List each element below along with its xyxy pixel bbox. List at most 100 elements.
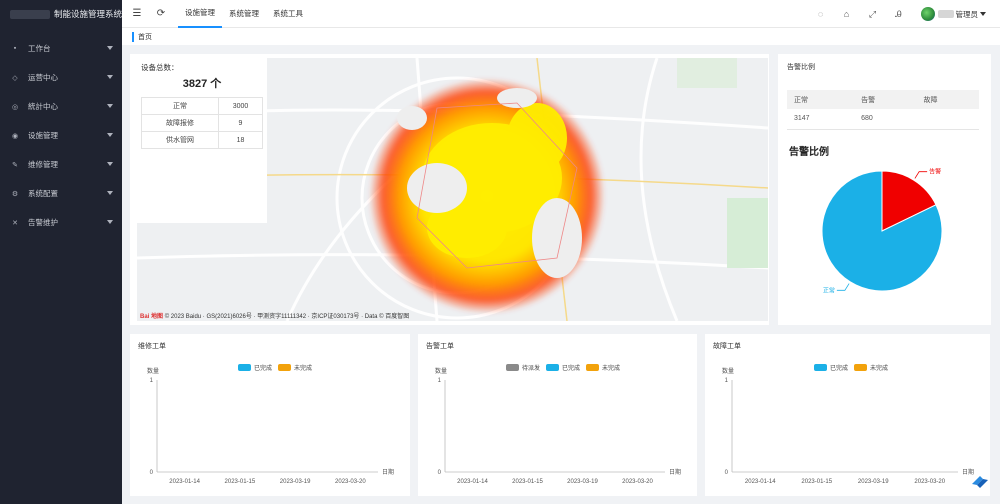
chevron-down-icon <box>107 133 113 137</box>
x-tick-label: 2023-01-14 <box>457 479 488 485</box>
map-copyright-text: © 2023 Baidu · GS(2021)6026号 · 甲测资字11111… <box>164 314 410 320</box>
bar-chart-axes: 数量01日期2023-01-14 2023-01-15 2023-03-19 2023… <box>147 367 394 485</box>
y-tick-label: 1 <box>725 378 729 384</box>
sidebar-item-statistics[interactable]: ◎ 統計中心 <box>0 92 122 121</box>
baidu-map-logo: Bai 地图 <box>140 314 164 320</box>
stat-label: 供水管网 <box>141 131 219 149</box>
y-tick-label: 1 <box>438 378 442 384</box>
x-tick-label: 2023-03-19 <box>280 479 311 485</box>
title-redacted <box>10 9 50 19</box>
y-axis-label: 数量 <box>147 367 159 375</box>
sidebar-item-operation[interactable]: ◇ 运营中心 <box>0 63 122 92</box>
stat-value: 18 <box>217 131 264 149</box>
y-tick-label: 0 <box>725 470 729 476</box>
stat-label: 正常 <box>141 97 219 115</box>
device-stats-panel: 设备总数： 3827 个 正常 3000 故障报修 9 供水管网 18 <box>137 58 267 223</box>
tag-icon[interactable]: ⌂ <box>837 9 857 19</box>
table-row: 供水管网 18 <box>141 131 264 149</box>
x-tick-label: 2023-03-20 <box>914 479 945 485</box>
header-actions: ◌ ⌂ ⤢ Ꭿ 管理员 <box>805 0 986 28</box>
y-axis-label: 数量 <box>435 367 447 375</box>
chevron-down-icon <box>107 104 113 108</box>
bar-chart-axes: 数量 0 1 日期 2023-01-14 2023-01-15 2023-03-19 2023… <box>435 367 681 485</box>
col-normal: 正常 <box>787 90 855 109</box>
map-copyright: Bai 地图 © 2023 Baidu · GS(2021)6026号 · 甲测… <box>140 311 409 320</box>
table-row: 正常 3000 <box>141 97 264 115</box>
tab-tools[interactable]: 系统工具 <box>266 0 310 28</box>
x-tick-label: 2023-01-15 <box>801 479 832 485</box>
x-tick-label: 2023-03-20 <box>622 479 653 485</box>
col-alarm: 告警 <box>854 90 917 109</box>
pie-chart-title: 告警比例 <box>789 147 829 158</box>
pie-label: 正常 <box>823 286 835 294</box>
facility-icon: ◉ <box>11 132 19 140</box>
sidebar-menu: ▪ 工作台 ◇ 运营中心 ◎ 統計中心 ◉ 设施管理 ✎ 维修管理 ⚙ 系统配置 ✕ 告警维护 <box>0 34 122 237</box>
sidebar-item-alarm[interactable]: ✕ 告警维护 <box>0 208 122 237</box>
pie-label: 告警 <box>929 168 941 176</box>
sidebar: 制能设施管理系统 ▪ 工作台 ◇ 运营中心 ◎ 統計中心 ◉ 设施管理 ✎ 维修管理 ⚙ 系… <box>0 0 122 504</box>
ratio-table: 正常 告警 故障 3147 680 <box>787 90 979 130</box>
sidebar-item-label: 工作台 <box>28 44 51 53</box>
sidebar-item-workbench[interactable]: ▪ 工作台 <box>0 34 122 63</box>
tab-facility[interactable]: 设施管理 <box>178 0 222 28</box>
github-icon[interactable]: ◌ <box>811 9 831 19</box>
cell-fault <box>916 109 979 130</box>
sidebar-item-facility[interactable]: ◉ 设施管理 <box>0 121 122 150</box>
x-tick-label: 2023-01-15 <box>225 479 256 485</box>
menu-toggle-icon[interactable]: ☰ <box>128 5 146 23</box>
user-menu[interactable]: 管理员 <box>920 7 986 21</box>
chevron-down-icon <box>107 162 113 166</box>
x-tick-label: 2023-01-14 <box>169 479 200 485</box>
x-tick-label: 2023-03-19 <box>567 479 598 485</box>
user-name-redacted <box>937 10 954 18</box>
y-tick-label: 0 <box>150 470 154 476</box>
sidebar-item-label: 设施管理 <box>28 131 58 140</box>
y-tick-label: 1 <box>150 378 154 384</box>
chevron-down-icon <box>107 46 113 50</box>
pie-label-line <box>914 171 928 179</box>
table-header-row: 正常 告警 故障 <box>787 90 979 109</box>
dashboard-icon: ▪ <box>13 45 17 52</box>
tags-view: 首页 <box>122 28 1000 45</box>
sidebar-item-label: 运营中心 <box>28 73 58 82</box>
device-total-label: 设备总数： <box>141 63 179 72</box>
tab-system[interactable]: 系统管理 <box>222 0 266 28</box>
chevron-down-icon <box>107 75 113 79</box>
sidebar-item-repair[interactable]: ✎ 维修管理 <box>0 150 122 179</box>
table-row: 故障报修 9 <box>141 114 264 132</box>
x-axis-label: 日期 <box>669 468 681 476</box>
pie-label-line <box>836 283 850 291</box>
chevron-down-icon <box>107 220 113 224</box>
x-tick-label: 2023-01-14 <box>745 479 776 485</box>
sidebar-item-label: 統計中心 <box>28 102 58 111</box>
device-stats-table: 正常 3000 故障报修 9 供水管网 18 <box>141 97 264 149</box>
sidebar-item-config[interactable]: ⚙ 系统配置 <box>0 179 122 208</box>
caret-down-icon <box>980 12 986 16</box>
operation-icon: ◇ <box>12 74 18 82</box>
chevron-down-icon <box>107 191 113 195</box>
tag-home[interactable]: 首页 <box>132 31 152 42</box>
sidebar-item-label: 告警维护 <box>28 218 58 227</box>
refresh-icon[interactable]: ⟳ <box>152 5 170 23</box>
avatar <box>920 7 935 21</box>
cell-normal: 3147 <box>787 109 855 130</box>
fullscreen-icon[interactable]: ⤢ <box>863 9 883 20</box>
x-tick-label: 2023-03-19 <box>858 479 889 485</box>
y-axis-label: 数量 <box>722 367 734 375</box>
stat-label: 故障报修 <box>141 114 219 132</box>
app-title-text: 制能设施管理系统 <box>54 9 123 19</box>
x-tick-label: 2023-01-15 <box>512 479 543 485</box>
stat-value: 3000 <box>217 97 264 115</box>
y-tick-label: 0 <box>438 470 442 476</box>
statistics-icon: ◎ <box>11 103 19 111</box>
table-row: 3147 680 <box>787 109 979 130</box>
cell-alarm: 680 <box>854 109 917 130</box>
alarm-pie-chart: 告警正常 <box>821 168 943 294</box>
font-size-icon[interactable]: Ꭿ <box>889 9 909 20</box>
x-tick-label: 2023-03-20 <box>335 479 366 485</box>
top-header: ☰ ⟳ 设施管理 系统管理 系统工具 ◌ ⌂ ⤢ Ꭿ 管理员 <box>122 0 1000 28</box>
app-title: 制能设施管理系统 <box>0 0 122 28</box>
bar-chart-axes: 数量01日期2023-01-14 2023-01-15 2023-03-19 2023… <box>722 367 974 485</box>
config-icon: ⚙ <box>11 190 19 198</box>
ratio-card-title: 告警比例 <box>787 64 815 71</box>
